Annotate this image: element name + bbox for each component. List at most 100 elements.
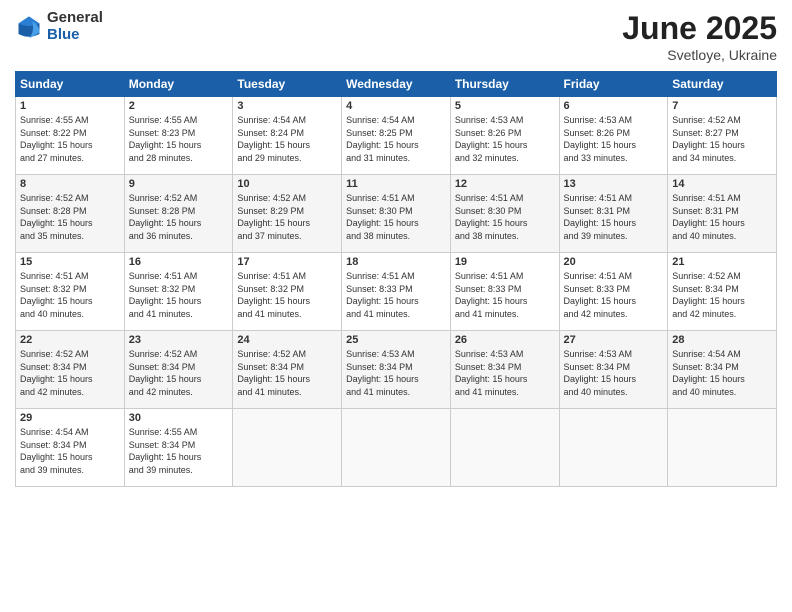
day-number: 4 — [346, 100, 446, 112]
month-title: June 2025 — [622, 10, 777, 47]
table-cell — [450, 409, 559, 487]
day-info: Sunrise: 4:52 AM Sunset: 8:28 PM Dayligh… — [20, 192, 120, 242]
day-info: Sunrise: 4:52 AM Sunset: 8:34 PM Dayligh… — [129, 348, 229, 398]
header: General Blue June 2025 Svetloye, Ukraine — [15, 10, 777, 63]
day-info: Sunrise: 4:51 AM Sunset: 8:31 PM Dayligh… — [672, 192, 772, 242]
header-row: Sunday Monday Tuesday Wednesday Thursday… — [16, 72, 777, 97]
day-number: 27 — [564, 334, 664, 346]
day-number: 16 — [129, 256, 229, 268]
day-info: Sunrise: 4:52 AM Sunset: 8:27 PM Dayligh… — [672, 114, 772, 164]
col-monday: Monday — [124, 72, 233, 97]
day-info: Sunrise: 4:52 AM Sunset: 8:28 PM Dayligh… — [129, 192, 229, 242]
day-info: Sunrise: 4:55 AM Sunset: 8:34 PM Dayligh… — [129, 426, 229, 476]
day-number: 10 — [237, 178, 337, 190]
day-info: Sunrise: 4:54 AM Sunset: 8:34 PM Dayligh… — [672, 348, 772, 398]
day-info: Sunrise: 4:52 AM Sunset: 8:34 PM Dayligh… — [237, 348, 337, 398]
table-cell: 30 Sunrise: 4:55 AM Sunset: 8:34 PM Dayli… — [124, 409, 233, 487]
col-wednesday: Wednesday — [342, 72, 451, 97]
day-number: 5 — [455, 100, 555, 112]
col-friday: Friday — [559, 72, 668, 97]
table-cell: 11Sunrise: 4:51 AM Sunset: 8:30 PM Dayli… — [342, 175, 451, 253]
table-cell: 8 Sunrise: 4:52 AM Sunset: 8:28 PM Daylig… — [16, 175, 125, 253]
day-info: Sunrise: 4:51 AM Sunset: 8:32 PM Dayligh… — [237, 270, 337, 320]
table-cell: 23 Sunrise: 4:52 AM Sunset: 8:34 PM Dayli… — [124, 331, 233, 409]
day-info: Sunrise: 4:53 AM Sunset: 8:34 PM Dayligh… — [455, 348, 555, 398]
day-number: 19 — [455, 256, 555, 268]
day-number: 15 — [20, 256, 120, 268]
day-number: 12 — [455, 178, 555, 190]
day-info: Sunrise: 4:54 AM Sunset: 8:34 PM Dayligh… — [20, 426, 120, 476]
day-info: Sunrise: 4:51 AM Sunset: 8:30 PM Dayligh… — [346, 192, 446, 242]
day-number: 30 — [129, 412, 229, 424]
day-info: Sunrise: 4:54 AM Sunset: 8:25 PM Dayligh… — [346, 114, 446, 164]
logo-blue: Blue — [47, 26, 80, 43]
table-cell: 25 Sunrise: 4:53 AM Sunset: 8:34 PM Dayli… — [342, 331, 451, 409]
day-number: 23 — [129, 334, 229, 346]
day-number: 14 — [672, 178, 772, 190]
day-number: 8 — [20, 178, 120, 190]
table-cell — [233, 409, 342, 487]
table-cell: 10 Sunrise: 4:52 AM Sunset: 8:29 PM Dayli… — [233, 175, 342, 253]
calendar-page: General Blue June 2025 Svetloye, Ukraine… — [0, 0, 792, 612]
day-info: Sunrise: 4:53 AM Sunset: 8:34 PM Dayligh… — [346, 348, 446, 398]
col-saturday: Saturday — [668, 72, 777, 97]
day-number: 2 — [129, 100, 229, 112]
table-cell — [342, 409, 451, 487]
logo-icon — [15, 13, 43, 41]
col-thursday: Thursday — [450, 72, 559, 97]
day-info: Sunrise: 4:51 AM Sunset: 8:31 PM Dayligh… — [564, 192, 664, 242]
day-info: Sunrise: 4:53 AM Sunset: 8:26 PM Dayligh… — [564, 114, 664, 164]
day-info: Sunrise: 4:52 AM Sunset: 8:29 PM Dayligh… — [237, 192, 337, 242]
day-info: Sunrise: 4:55 AM Sunset: 8:22 PM Dayligh… — [20, 114, 120, 164]
day-info: Sunrise: 4:54 AM Sunset: 8:24 PM Dayligh… — [237, 114, 337, 164]
table-cell: 13Sunrise: 4:51 AM Sunset: 8:31 PM Dayli… — [559, 175, 668, 253]
table-cell: 24 Sunrise: 4:52 AM Sunset: 8:34 PM Dayli… — [233, 331, 342, 409]
col-sunday: Sunday — [16, 72, 125, 97]
week-row-3: 15 Sunrise: 4:51 AM Sunset: 8:32 PM Dayli… — [16, 253, 777, 331]
logo-general: General — [47, 9, 103, 26]
logo: General Blue — [15, 10, 103, 43]
day-number: 22 — [20, 334, 120, 346]
day-info: Sunrise: 4:52 AM Sunset: 8:34 PM Dayligh… — [20, 348, 120, 398]
day-number: 21 — [672, 256, 772, 268]
table-cell: 6 Sunrise: 4:53 AM Sunset: 8:26 PM Daylig… — [559, 97, 668, 175]
day-number: 1 — [20, 100, 120, 112]
day-number: 18 — [346, 256, 446, 268]
table-cell: 26 Sunrise: 4:53 AM Sunset: 8:34 PM Dayli… — [450, 331, 559, 409]
day-info: Sunrise: 4:55 AM Sunset: 8:23 PM Dayligh… — [129, 114, 229, 164]
table-cell: 15 Sunrise: 4:51 AM Sunset: 8:32 PM Dayli… — [16, 253, 125, 331]
table-cell: 19Sunrise: 4:51 AM Sunset: 8:33 PM Dayli… — [450, 253, 559, 331]
table-cell: 4 Sunrise: 4:54 AM Sunset: 8:25 PM Daylig… — [342, 97, 451, 175]
day-info: Sunrise: 4:51 AM Sunset: 8:30 PM Dayligh… — [455, 192, 555, 242]
table-cell: 29 Sunrise: 4:54 AM Sunset: 8:34 PM Dayli… — [16, 409, 125, 487]
table-cell: 16 Sunrise: 4:51 AM Sunset: 8:32 PM Dayli… — [124, 253, 233, 331]
week-row-4: 22 Sunrise: 4:52 AM Sunset: 8:34 PM Dayli… — [16, 331, 777, 409]
calendar-table: Sunday Monday Tuesday Wednesday Thursday… — [15, 71, 777, 487]
day-number: 6 — [564, 100, 664, 112]
table-cell: 17Sunrise: 4:51 AM Sunset: 8:32 PM Dayli… — [233, 253, 342, 331]
col-tuesday: Tuesday — [233, 72, 342, 97]
table-cell: 14 Sunrise: 4:51 AM Sunset: 8:31 PM Dayli… — [668, 175, 777, 253]
table-cell — [668, 409, 777, 487]
day-number: 3 — [237, 100, 337, 112]
location: Svetloye, Ukraine — [622, 47, 777, 63]
day-number: 9 — [129, 178, 229, 190]
day-number: 29 — [20, 412, 120, 424]
table-cell: 28 Sunrise: 4:54 AM Sunset: 8:34 PM Dayli… — [668, 331, 777, 409]
day-number: 24 — [237, 334, 337, 346]
day-number: 20 — [564, 256, 664, 268]
day-number: 28 — [672, 334, 772, 346]
table-cell: 18 Sunrise: 4:51 AM Sunset: 8:33 PM Dayli… — [342, 253, 451, 331]
day-number: 26 — [455, 334, 555, 346]
day-number: 25 — [346, 334, 446, 346]
week-row-2: 8 Sunrise: 4:52 AM Sunset: 8:28 PM Daylig… — [16, 175, 777, 253]
day-info: Sunrise: 4:51 AM Sunset: 8:33 PM Dayligh… — [346, 270, 446, 320]
table-cell: 1 Sunrise: 4:55 AM Sunset: 8:22 PM Daylig… — [16, 97, 125, 175]
table-cell: 2 Sunrise: 4:55 AM Sunset: 8:23 PM Daylig… — [124, 97, 233, 175]
day-info: Sunrise: 4:53 AM Sunset: 8:34 PM Dayligh… — [564, 348, 664, 398]
day-info: Sunrise: 4:51 AM Sunset: 8:32 PM Dayligh… — [20, 270, 120, 320]
day-number: 7 — [672, 100, 772, 112]
logo-text: General Blue — [47, 10, 103, 43]
day-info: Sunrise: 4:51 AM Sunset: 8:32 PM Dayligh… — [129, 270, 229, 320]
table-cell: 7 Sunrise: 4:52 AM Sunset: 8:27 PM Daylig… — [668, 97, 777, 175]
